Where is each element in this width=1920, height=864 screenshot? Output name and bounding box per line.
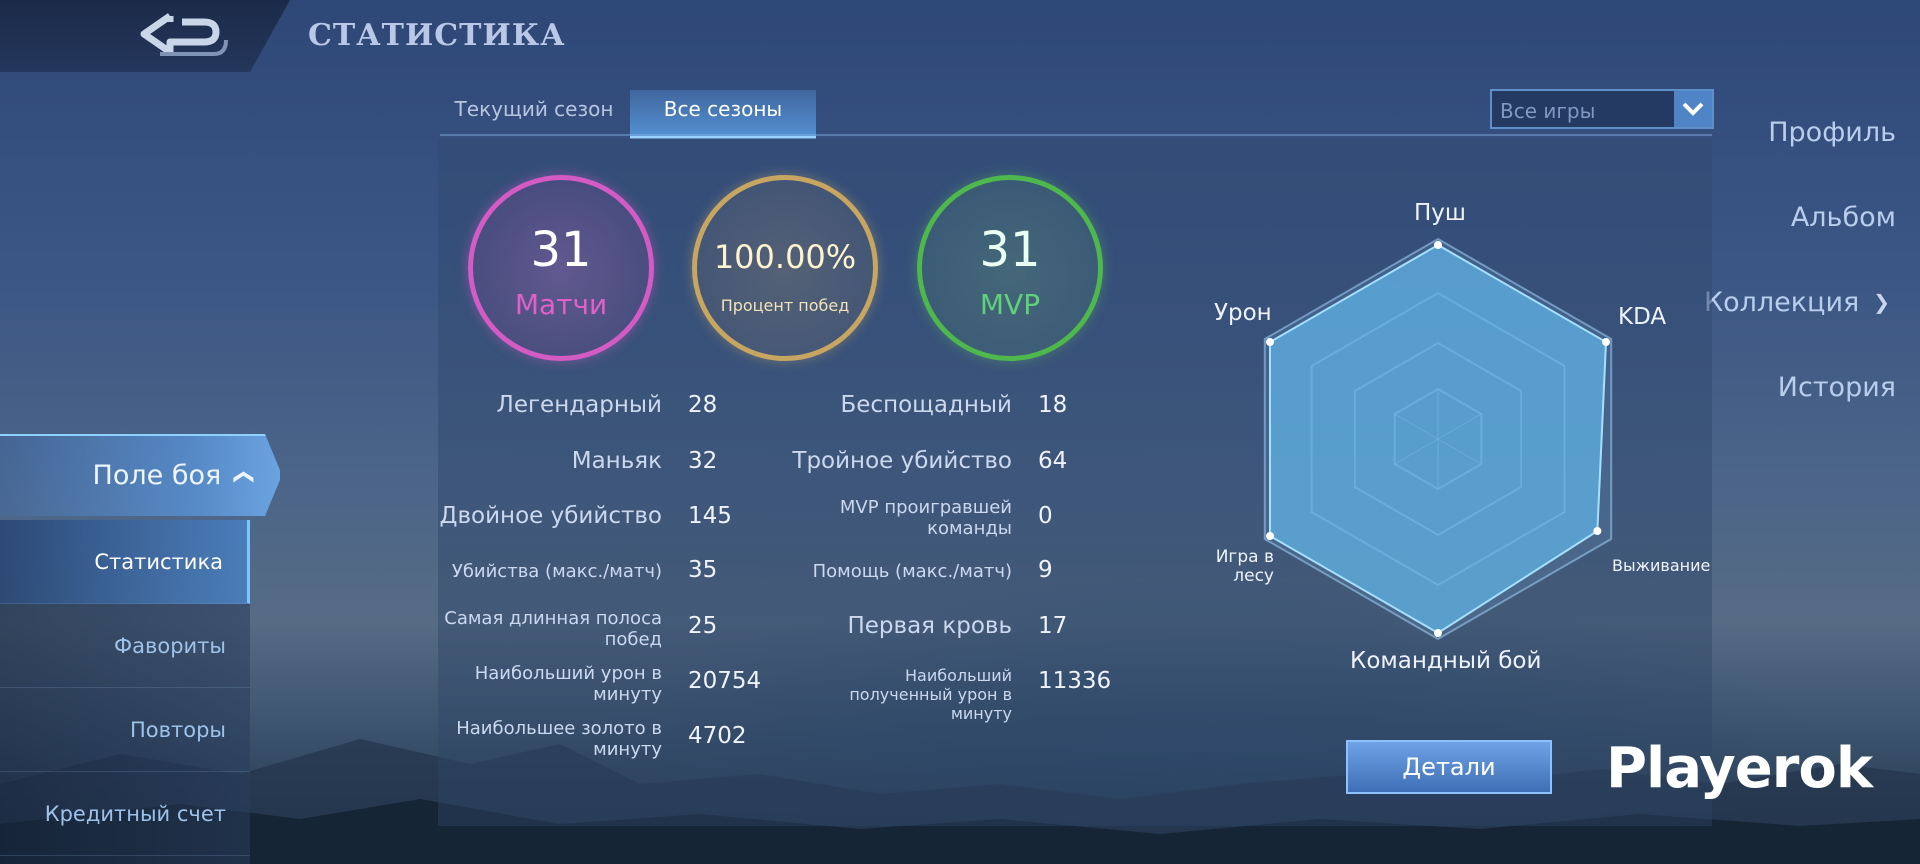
stat-label: Маньяк bbox=[571, 448, 662, 474]
radar-point bbox=[1434, 629, 1442, 637]
details-button[interactable]: Детали bbox=[1346, 740, 1552, 794]
watermark-logo: Playerok bbox=[1606, 736, 1873, 801]
stat-value: 64 bbox=[1038, 448, 1068, 474]
sidebar-subpanel: Статистика Фавориты Повторы Кредитный сч… bbox=[0, 520, 250, 864]
stat-value: 4702 bbox=[688, 723, 747, 749]
sidebar-subitem-statistics[interactable]: Статистика bbox=[0, 520, 250, 604]
radar-label-teamfight: Командный бой bbox=[1350, 648, 1542, 674]
radar-value-polygon bbox=[1268, 243, 1608, 635]
matches-value: 31 bbox=[530, 222, 592, 278]
stat-label: Убийства (макс./матч) bbox=[451, 561, 662, 582]
radar-label-damage: Урон bbox=[1214, 300, 1272, 326]
sidebar-subitem-replays[interactable]: Повторы bbox=[0, 688, 250, 772]
mvp-label: MVP bbox=[979, 288, 1041, 321]
stat-label: Тройное убийство bbox=[792, 448, 1012, 474]
sidebar-subitem-favorites[interactable]: Фавориты bbox=[0, 604, 250, 688]
tab-all-seasons[interactable]: Все сезоны bbox=[630, 90, 816, 139]
matches-circle: 31 Матчи bbox=[468, 175, 654, 361]
games-filter-value: Все игры bbox=[1500, 99, 1596, 123]
radar-label-push: Пуш bbox=[1414, 200, 1466, 226]
chevron-down-icon: ❯ bbox=[1873, 290, 1890, 314]
radar-point bbox=[1602, 338, 1611, 346]
games-filter-select[interactable]: Все игры bbox=[1490, 89, 1714, 129]
winrate-circle: 100.00% Процент побед bbox=[692, 175, 878, 361]
stat-value: 32 bbox=[688, 448, 718, 474]
stat-label: Первая кровь bbox=[847, 613, 1012, 639]
mvp-value: 31 bbox=[979, 222, 1041, 278]
winrate-label: Процент побед bbox=[720, 296, 850, 315]
stat-label: MVP проигравшей команды bbox=[839, 497, 1012, 539]
stat-label: Легендарный bbox=[496, 392, 662, 418]
stat-label: Помощь (макс./матч) bbox=[812, 561, 1012, 582]
stat-value: 11336 bbox=[1038, 668, 1112, 694]
stat-value: 145 bbox=[688, 503, 732, 529]
stat-label: Наибольший полученный урон в минуту bbox=[849, 666, 1012, 723]
radar-point bbox=[1265, 338, 1274, 346]
radar-label-survival: Выживание bbox=[1612, 556, 1711, 575]
mvp-circle: 31 MVP bbox=[917, 175, 1103, 361]
radar-label-jungle: Игра в лесу bbox=[1215, 547, 1274, 586]
radar-point bbox=[1434, 241, 1442, 249]
sidebar-item-label: История bbox=[1777, 372, 1896, 403]
stat-value: 9 bbox=[1038, 557, 1053, 583]
stat-value: 18 bbox=[1038, 392, 1068, 418]
radar-point bbox=[1265, 532, 1274, 540]
stat-label: Наибольший урон в минуту bbox=[474, 663, 662, 705]
stat-label: Беспощадный bbox=[840, 392, 1013, 418]
chevron-down-icon bbox=[1674, 91, 1712, 127]
radar-label-kda: KDA bbox=[1618, 304, 1667, 330]
sidebar-subitem-credit-score[interactable]: Кредитный счет bbox=[0, 772, 250, 856]
back-arrow-icon[interactable] bbox=[130, 8, 230, 64]
sidebar-item-label: Альбом bbox=[1790, 202, 1896, 233]
radar-point bbox=[1593, 527, 1602, 535]
sidebar-item-label: Поле боя ❯ bbox=[20, 460, 254, 491]
stat-value: 17 bbox=[1038, 613, 1068, 639]
stat-label: Наибольшее золото в минуту bbox=[456, 718, 662, 760]
tab-divider bbox=[440, 134, 1712, 136]
sidebar-item-battlefield-label: Поле боя bbox=[92, 460, 222, 491]
stat-value: 28 bbox=[688, 392, 718, 418]
tab-current-season[interactable]: Текущий сезон bbox=[444, 90, 624, 136]
winrate-value: 100.00% bbox=[713, 238, 857, 276]
stat-value: 0 bbox=[1038, 503, 1053, 529]
stat-value: 25 bbox=[688, 613, 718, 639]
page-title: СТАТИСТИКА bbox=[308, 18, 566, 53]
sidebar-item-battlefield[interactable]: Поле боя ❯ bbox=[0, 434, 280, 516]
stat-value: 35 bbox=[688, 557, 718, 583]
stat-value: 20754 bbox=[688, 668, 762, 694]
sidebar-item-label: Профиль bbox=[1768, 117, 1896, 148]
matches-label: Матчи bbox=[514, 288, 608, 321]
chevron-up-icon: ❯ bbox=[229, 468, 254, 486]
sidebar-item-label: Коллекция bbox=[1703, 287, 1860, 318]
stat-label: Двойное убийство bbox=[439, 503, 662, 529]
stat-label: Самая длинная полоса побед bbox=[444, 608, 662, 650]
